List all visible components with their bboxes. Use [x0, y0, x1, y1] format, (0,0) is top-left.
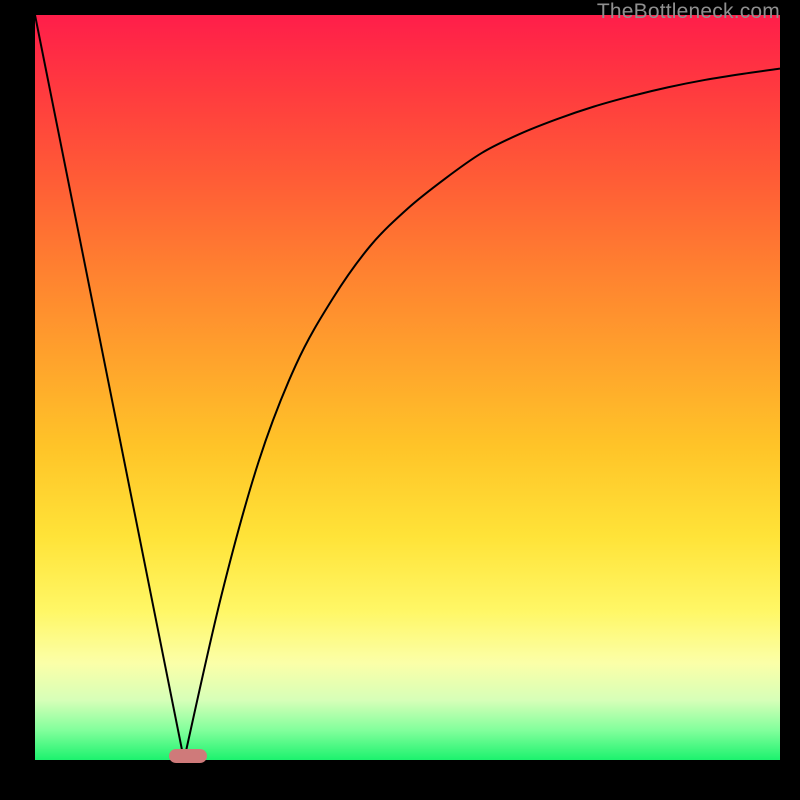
right-curve-path [184, 69, 780, 760]
left-line-path [35, 15, 184, 760]
plot-area [35, 15, 780, 760]
watermark-text: TheBottleneck.com [597, 0, 780, 24]
chart-frame: TheBottleneck.com [0, 0, 800, 800]
curve-svg [35, 15, 780, 760]
optimal-marker [169, 749, 207, 763]
